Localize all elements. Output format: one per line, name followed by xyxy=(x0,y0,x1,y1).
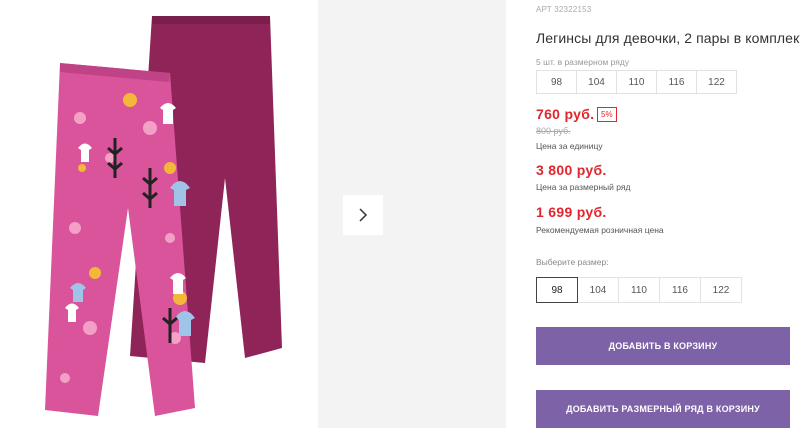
retail-price: 1 699 руб. xyxy=(536,204,607,220)
row-size-item: 116 xyxy=(656,70,697,94)
row-size-item: 104 xyxy=(576,70,617,94)
row-price-label: Цена за размерный ряд xyxy=(536,182,631,192)
discount-badge: 5% xyxy=(597,107,617,122)
size-option-104[interactable]: 104 xyxy=(577,277,619,303)
size-option-116[interactable]: 116 xyxy=(659,277,701,303)
size-option-98[interactable]: 98 xyxy=(536,277,578,303)
size-select-hint: Выберите размер: xyxy=(536,257,609,267)
retail-price-label: Рекомендуемая розничная цена xyxy=(536,225,664,235)
row-price: 3 800 руб. xyxy=(536,162,607,178)
old-price: 800 руб. xyxy=(536,126,571,136)
row-size-item: 98 xyxy=(536,70,577,94)
row-size-item: 122 xyxy=(696,70,737,94)
size-selector: 98 104 110 116 122 xyxy=(536,277,742,303)
next-image-button[interactable] xyxy=(343,195,383,235)
chevron-right-icon xyxy=(359,208,368,222)
row-sizes-hint: 5 шт. в размерном ряду xyxy=(536,57,630,67)
product-image[interactable] xyxy=(0,0,318,433)
product-title: Легинсы для девочки, 2 пары в комплекте xyxy=(536,30,800,46)
unit-price-label: Цена за единицу xyxy=(536,141,603,151)
add-to-cart-button[interactable]: ДОБАВИТЬ В КОРЗИНУ xyxy=(536,327,790,365)
add-row-to-cart-button[interactable]: ДОБАВИТЬ РАЗМЕРНЫЙ РЯД В КОРЗИНУ xyxy=(536,390,790,428)
size-option-110[interactable]: 110 xyxy=(618,277,660,303)
size-option-122[interactable]: 122 xyxy=(700,277,742,303)
article-number: АРТ 32322153 xyxy=(536,5,592,14)
leggings-illustration xyxy=(45,16,282,416)
row-size-item: 110 xyxy=(616,70,657,94)
unit-price: 760 руб. xyxy=(536,106,595,122)
row-sizes-list: 98 104 110 116 122 xyxy=(536,70,737,94)
